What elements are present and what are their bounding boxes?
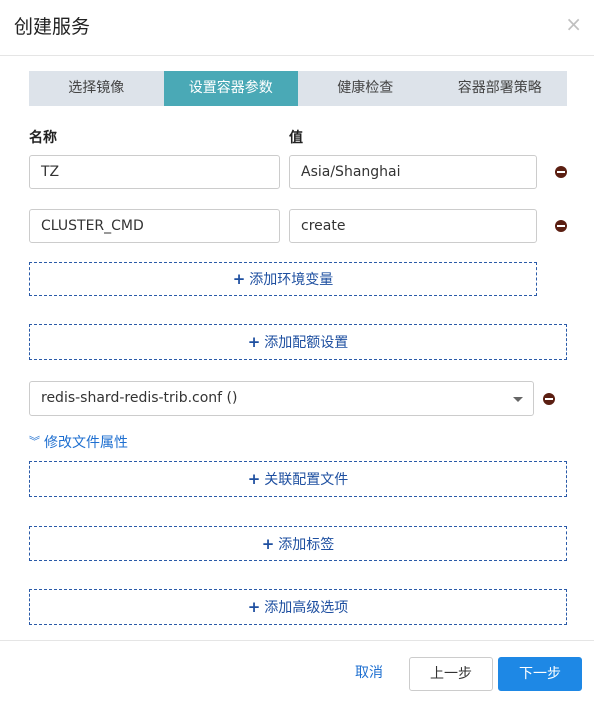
remove-config-icon[interactable]	[543, 393, 555, 405]
tab-health-check[interactable]: 健康检查	[298, 71, 433, 106]
plus-icon: +	[247, 470, 261, 488]
prev-step-button[interactable]: 上一步	[409, 657, 493, 691]
modify-file-attrs-label: 修改文件属性	[44, 435, 128, 451]
add-advanced-button[interactable]: + 添加高级选项	[29, 589, 567, 625]
add-advanced-label: 添加高级选项	[264, 600, 349, 616]
env-value-header: 值	[289, 130, 303, 146]
add-quota-button[interactable]: + 添加配额设置	[29, 324, 567, 360]
tab-deploy-strategy[interactable]: 容器部署策略	[433, 71, 568, 106]
double-chevron-down-icon: ︾	[29, 435, 40, 448]
step-tabs: 选择镜像 设置容器参数 健康检查 容器部署策略	[29, 71, 567, 106]
env-value-input[interactable]: Asia/Shanghai	[289, 155, 537, 189]
link-config-file-button[interactable]: + 关联配置文件	[29, 461, 567, 497]
cancel-button[interactable]: 取消	[344, 657, 394, 691]
plus-icon: +	[232, 270, 246, 288]
remove-env-icon[interactable]	[555, 220, 567, 232]
config-file-selected: redis-shard-redis-trib.conf ()	[41, 390, 238, 406]
chevron-down-icon	[513, 397, 523, 402]
plus-icon: +	[247, 333, 261, 351]
remove-env-icon[interactable]	[555, 166, 567, 178]
env-name-input[interactable]: TZ	[29, 155, 280, 189]
link-config-file-label: 关联配置文件	[264, 472, 349, 488]
add-label-button[interactable]: + 添加标签	[29, 526, 567, 561]
env-value-input[interactable]: create	[289, 209, 537, 243]
plus-icon: +	[261, 534, 275, 553]
add-label-label: 添加标签	[278, 536, 335, 553]
create-service-dialog: 创建服务 × 选择镜像 设置容器参数 健康检查 容器部署策略 名称 值 TZ A…	[0, 0, 594, 703]
add-env-label: 添加环境变量	[249, 272, 334, 288]
close-icon[interactable]: ×	[565, 13, 582, 35]
tab-select-image[interactable]: 选择镜像	[29, 71, 164, 106]
env-name-input[interactable]: CLUSTER_CMD	[29, 209, 280, 243]
next-step-button[interactable]: 下一步	[498, 657, 582, 691]
add-quota-label: 添加配额设置	[264, 335, 349, 351]
modify-file-attrs-toggle[interactable]: ︾ 修改文件属性	[29, 432, 128, 452]
plus-icon: +	[247, 598, 261, 616]
env-name-header: 名称	[29, 130, 57, 146]
add-env-button[interactable]: + 添加环境变量	[29, 262, 537, 296]
dialog-header: 创建服务 ×	[0, 0, 594, 56]
tab-container-params[interactable]: 设置容器参数	[163, 71, 298, 106]
dialog-title: 创建服务	[14, 16, 91, 38]
config-file-select[interactable]: redis-shard-redis-trib.conf ()	[29, 381, 534, 416]
